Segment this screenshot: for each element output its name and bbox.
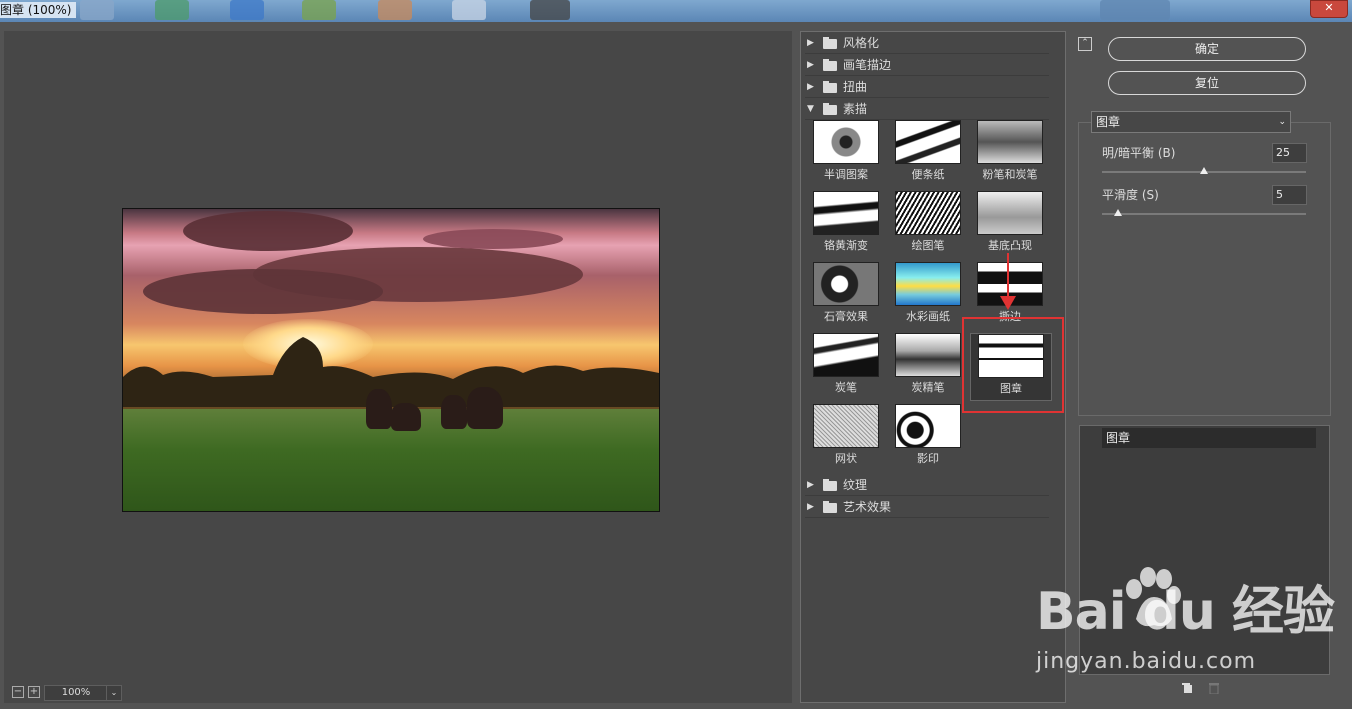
- filter-preview-thumb: [895, 191, 961, 235]
- preview-image: [122, 208, 660, 512]
- collapse-gallery-icon[interactable]: ⌃: [1078, 37, 1092, 51]
- filter-thumbnail[interactable]: 网状: [806, 404, 886, 470]
- triangle-right-icon: ▶: [807, 60, 814, 70]
- taskbar-thumbnail: [80, 0, 114, 20]
- filter-thumbnail[interactable]: 影印: [888, 404, 968, 470]
- folder-icon: [823, 81, 837, 93]
- taskbar-thumbnail: [530, 0, 570, 20]
- slider-knob[interactable]: [1114, 209, 1123, 216]
- smoothness-label: 平滑度 (S): [1102, 188, 1159, 202]
- window-titlebar: 图章 (100%) ✕: [0, 0, 1352, 22]
- smoothness-input[interactable]: 5: [1272, 185, 1307, 205]
- filter-select-value: 图章: [1096, 115, 1121, 129]
- taskbar-thumbnail: [302, 0, 336, 20]
- filter-thumbnail-label: 炭精笔: [911, 381, 945, 394]
- annotation-highlight-box: [962, 317, 1064, 413]
- filter-thumbnail-label: 水彩画纸: [906, 310, 950, 323]
- category-0[interactable]: ▶ 风格化: [805, 33, 1049, 54]
- filter-preview-thumb: [813, 404, 879, 448]
- category-label: 画笔描边: [843, 58, 892, 72]
- filter-thumbnail[interactable]: 半调图案: [806, 120, 886, 186]
- filter-preview-thumb: [895, 262, 961, 306]
- filter-preview-thumb: [813, 120, 879, 164]
- ok-button[interactable]: 确定: [1108, 37, 1306, 61]
- effect-layer-row[interactable]: 图章: [1102, 428, 1316, 448]
- triangle-down-icon: ▼: [807, 104, 814, 114]
- watermark-brand: Bai du 经验: [1036, 582, 1335, 642]
- triangle-right-icon: ▶: [807, 82, 814, 92]
- zoom-in-button[interactable]: +: [28, 686, 40, 698]
- brightness-balance-input[interactable]: 25: [1272, 143, 1307, 163]
- filter-preview-thumb: [977, 191, 1043, 235]
- folder-icon: [823, 479, 837, 491]
- category-label: 风格化: [843, 36, 880, 50]
- filter-thumbnail-label: 铬黄渐变: [824, 239, 868, 252]
- zoom-out-button[interactable]: −: [12, 686, 24, 698]
- filter-thumbnail[interactable]: 炭笔: [806, 333, 886, 399]
- filter-preview-thumb: [895, 404, 961, 448]
- filter-thumbnail[interactable]: 基底凸现: [970, 191, 1050, 257]
- filter-thumbnail-label: 半调图案: [824, 168, 868, 181]
- filter-thumbnail-label: 炭笔: [835, 381, 857, 394]
- brightness-balance-slider[interactable]: [1102, 167, 1306, 174]
- filter-thumbnail-label: 便条纸: [911, 168, 945, 181]
- filter-thumbnail-label: 网状: [835, 452, 857, 465]
- filter-preview-thumb: [813, 191, 879, 235]
- taskbar-thumbnail: [1100, 0, 1170, 20]
- filter-thumbnail-label: 影印: [917, 452, 939, 465]
- category-3[interactable]: ▼ 素描: [805, 99, 1049, 120]
- annotation-arrow: [1007, 253, 1009, 301]
- filter-preview-thumb: [895, 333, 961, 377]
- brightness-balance-label: 明/暗平衡 (B): [1102, 146, 1176, 160]
- taskbar-thumbnail: [155, 0, 189, 20]
- filter-thumbnail-label: 石膏效果: [824, 310, 868, 323]
- filter-thumbnail-label: 粉笔和炭笔: [982, 168, 1038, 181]
- folder-icon: [823, 59, 837, 71]
- category-1[interactable]: ▶ 画笔描边: [805, 55, 1049, 76]
- filter-thumbnail-label: 绘图笔: [911, 239, 945, 252]
- category-label: 素描: [843, 102, 868, 116]
- folder-icon: [823, 501, 837, 513]
- filter-preview-thumb: [813, 262, 879, 306]
- folder-icon: [823, 37, 837, 49]
- filter-thumbnail[interactable]: 便条纸: [888, 120, 968, 186]
- category-label: 纹理: [843, 478, 868, 492]
- category-label: 扭曲: [843, 80, 868, 94]
- smoothness-slider[interactable]: [1102, 209, 1306, 216]
- taskbar-thumbnail: [230, 0, 264, 20]
- zoom-level-field[interactable]: 100%: [44, 685, 108, 701]
- filter-select[interactable]: 图章 ⌄: [1091, 111, 1291, 133]
- filter-preview-thumb: [813, 333, 879, 377]
- triangle-right-icon: ▶: [807, 502, 814, 512]
- zoom-dropdown-button[interactable]: ⌄: [106, 685, 122, 701]
- annotation-arrow-head: [1000, 296, 1016, 310]
- filter-thumbnail[interactable]: 粉笔和炭笔: [970, 120, 1050, 186]
- filter-thumbnail[interactable]: 绘图笔: [888, 191, 968, 257]
- triangle-right-icon: ▶: [807, 38, 814, 48]
- taskbar-thumbnail: [452, 0, 486, 20]
- taskbar-thumbnail: [378, 0, 412, 20]
- window-title: 图章 (100%): [0, 2, 76, 18]
- category-bottom-1[interactable]: ▶ 艺术效果: [805, 497, 1049, 518]
- filter-preview-thumb: [895, 120, 961, 164]
- slider-knob[interactable]: [1200, 167, 1208, 174]
- category-2[interactable]: ▶ 扭曲: [805, 77, 1049, 98]
- close-button[interactable]: ✕: [1310, 0, 1348, 18]
- filter-thumbnail[interactable]: 铬黄渐变: [806, 191, 886, 257]
- filter-preview-thumb: [977, 120, 1043, 164]
- category-label: 艺术效果: [843, 500, 892, 514]
- filter-thumbnail-label: 基底凸现: [988, 239, 1032, 252]
- reset-button[interactable]: 复位: [1108, 71, 1306, 95]
- watermark-url: jingyan.baidu.com: [1036, 649, 1257, 674]
- category-bottom-0[interactable]: ▶ 纹理: [805, 475, 1049, 496]
- preview-area[interactable]: [4, 31, 792, 703]
- filter-thumbnail[interactable]: 水彩画纸: [888, 262, 968, 328]
- filter-thumbnail[interactable]: 炭精笔: [888, 333, 968, 399]
- folder-icon: [823, 103, 837, 115]
- chevron-down-icon: ⌄: [1278, 117, 1286, 127]
- filter-thumbnail[interactable]: 石膏效果: [806, 262, 886, 328]
- triangle-right-icon: ▶: [807, 480, 814, 490]
- watermark: Bai du 经验 jingyan.baidu.com: [1036, 565, 1336, 685]
